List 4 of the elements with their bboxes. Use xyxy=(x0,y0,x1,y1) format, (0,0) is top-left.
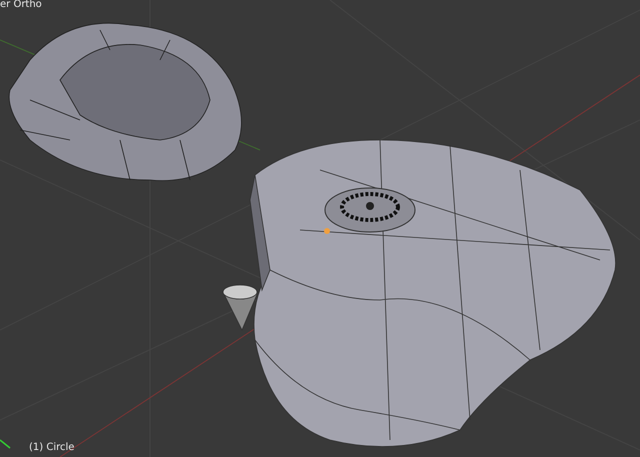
cone-mesh-drawing xyxy=(222,284,259,331)
axis-gizmo-icon xyxy=(0,439,10,449)
origin-dot-icon xyxy=(324,228,330,234)
object-label: (1) Circle xyxy=(29,441,74,455)
